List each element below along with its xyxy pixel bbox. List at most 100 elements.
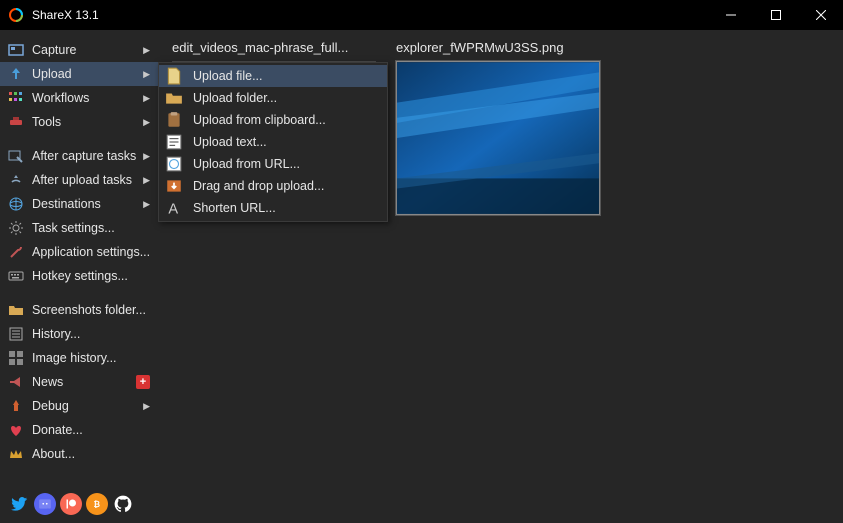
menu-item-label: Upload from URL... [193, 157, 300, 171]
menu-item-drag-drop[interactable]: Drag and drop upload... [159, 175, 387, 197]
sidebar-item-image-history[interactable]: Image history... [0, 346, 158, 370]
bug-icon [8, 398, 24, 414]
maximize-button[interactable] [753, 0, 798, 30]
sidebar-item-label: Debug [32, 399, 69, 413]
sidebar-item-donate[interactable]: Donate... [0, 418, 158, 442]
megaphone-icon [8, 374, 24, 390]
tools-icon [8, 114, 24, 130]
bitcoin-icon[interactable]: ₿ [86, 493, 108, 515]
menu-item-upload-clipboard[interactable]: Upload from clipboard... [159, 109, 387, 131]
chevron-right-icon: ▶ [143, 45, 150, 56]
titlebar: ShareX 13.1 [0, 0, 843, 30]
sidebar-item-label: Capture [32, 43, 76, 57]
sidebar-item-screenshots-folder[interactable]: Screenshots folder... [0, 298, 158, 322]
sidebar-item-label: News [32, 375, 63, 389]
sidebar-item-hotkey[interactable]: Hotkey settings... [0, 264, 158, 288]
menu-item-label: Drag and drop upload... [193, 179, 324, 193]
sidebar: Capture ▶ Upload ▶ Workflows ▶ Tools ▶ [0, 30, 158, 523]
menu-item-label: Upload folder... [193, 91, 277, 105]
sidebar-item-capture[interactable]: Capture ▶ [0, 38, 158, 62]
chevron-right-icon: ▶ [143, 69, 150, 80]
sidebar-item-label: Upload [32, 67, 72, 81]
after-upload-icon [8, 172, 24, 188]
sidebar-item-label: Screenshots folder... [32, 303, 146, 317]
github-icon[interactable] [112, 493, 134, 515]
sidebar-item-label: Application settings... [32, 245, 150, 259]
thumbnail-preview [397, 62, 599, 214]
sidebar-item-task-settings[interactable]: Task settings... [0, 216, 158, 240]
discord-icon[interactable] [34, 493, 56, 515]
sidebar-item-history[interactable]: History... [0, 322, 158, 346]
sidebar-item-label: Donate... [32, 423, 83, 437]
minimize-button[interactable] [708, 0, 753, 30]
menu-item-label: Upload file... [193, 69, 262, 83]
history-icon [8, 326, 24, 342]
sidebar-item-label: About... [32, 447, 75, 461]
menu-item-label: Upload text... [193, 135, 267, 149]
sidebar-item-label: History... [32, 327, 80, 341]
menu-item-upload-file[interactable]: Upload file... [159, 65, 387, 87]
gear-icon [8, 220, 24, 236]
news-badge: + [136, 375, 150, 389]
sidebar-item-destinations[interactable]: Destinations ▶ [0, 192, 158, 216]
sidebar-item-label: Workflows [32, 91, 89, 105]
upload-icon [8, 66, 24, 82]
menu-item-label: Upload from clipboard... [193, 113, 326, 127]
thumbnail-name: edit_videos_mac-phrase_full... [172, 40, 376, 55]
menu-item-label: Shorten URL... [193, 201, 276, 215]
svg-text:₿: ₿ [94, 500, 101, 509]
chevron-right-icon: ▶ [143, 401, 150, 412]
sidebar-item-workflows[interactable]: Workflows ▶ [0, 86, 158, 110]
window-title: ShareX 13.1 [32, 8, 99, 22]
clipboard-icon [165, 111, 183, 129]
menu-item-shorten-url[interactable]: A Shorten URL... [159, 197, 387, 219]
chevron-right-icon: ▶ [143, 199, 150, 210]
sidebar-item-label: Task settings... [32, 221, 115, 235]
heart-icon [8, 422, 24, 438]
menu-item-upload-folder[interactable]: Upload folder... [159, 87, 387, 109]
file-icon [165, 67, 183, 85]
sidebar-item-about[interactable]: About... [0, 442, 158, 466]
image-history-icon [8, 350, 24, 366]
sidebar-item-app-settings[interactable]: Application settings... [0, 240, 158, 264]
sidebar-item-debug[interactable]: Debug ▶ [0, 394, 158, 418]
folder-icon [165, 89, 183, 107]
thumbnail-card[interactable]: explorer_fWPRMwU3SS.png [396, 40, 600, 215]
svg-text:A: A [168, 202, 178, 217]
sidebar-item-after-capture[interactable]: After capture tasks ▶ [0, 144, 158, 168]
chevron-right-icon: ▶ [143, 151, 150, 162]
url-icon [165, 155, 183, 173]
text-icon [165, 133, 183, 151]
chevron-right-icon: ▶ [143, 93, 150, 104]
after-capture-icon [8, 148, 24, 164]
crown-icon [8, 446, 24, 462]
social-row: ₿ [0, 487, 158, 523]
destinations-icon [8, 196, 24, 212]
menu-item-upload-text[interactable]: Upload text... [159, 131, 387, 153]
sidebar-item-tools[interactable]: Tools ▶ [0, 110, 158, 134]
sidebar-item-label: Tools [32, 115, 61, 129]
chevron-right-icon: ▶ [143, 175, 150, 186]
patreon-icon[interactable] [60, 493, 82, 515]
wrench-icon [8, 244, 24, 260]
sidebar-item-label: Destinations [32, 197, 101, 211]
close-button[interactable] [798, 0, 843, 30]
workflows-icon [8, 90, 24, 106]
folder-open-icon [8, 302, 24, 318]
sidebar-item-label: After upload tasks [32, 173, 132, 187]
sidebar-item-after-upload[interactable]: After upload tasks ▶ [0, 168, 158, 192]
sidebar-item-news[interactable]: News + [0, 370, 158, 394]
sidebar-item-label: Hotkey settings... [32, 269, 128, 283]
shorten-icon: A [165, 199, 183, 217]
sidebar-item-label: Image history... [32, 351, 117, 365]
twitter-icon[interactable] [8, 493, 30, 515]
menu-item-upload-url[interactable]: Upload from URL... [159, 153, 387, 175]
chevron-right-icon: ▶ [143, 117, 150, 128]
thumbnail-box[interactable] [396, 61, 600, 215]
sidebar-item-upload[interactable]: Upload ▶ [0, 62, 158, 86]
drag-icon [165, 177, 183, 195]
capture-icon [8, 42, 24, 58]
keyboard-icon [8, 268, 24, 284]
app-icon [8, 7, 24, 23]
upload-submenu: Upload file... Upload folder... Upload f… [158, 62, 388, 222]
